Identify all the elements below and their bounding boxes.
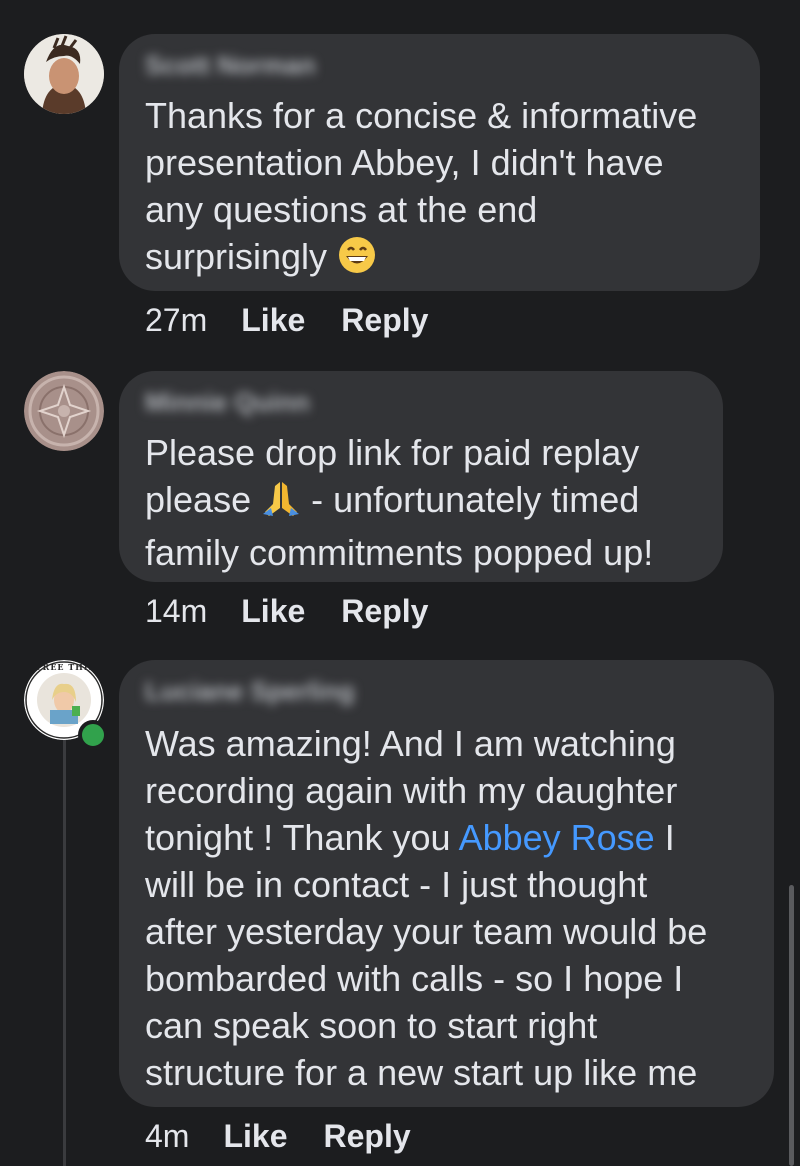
author-name[interactable]: Minnie Quinn — [145, 387, 310, 418]
reply-button[interactable]: Reply — [341, 593, 428, 630]
avatar[interactable] — [24, 34, 104, 114]
like-button[interactable]: Like — [223, 1118, 287, 1155]
comment-actions: 14m Like Reply — [145, 593, 464, 630]
like-button[interactable]: Like — [241, 302, 305, 339]
comment-actions: 4m Like Reply — [145, 1118, 447, 1155]
comment-bubble: Scott Norman Thanks for a concise & info… — [119, 34, 760, 291]
comment-timestamp: 14m — [145, 593, 208, 629]
avatar-ring-text: FREE THINKER — [36, 662, 104, 672]
grinning-face-icon — [337, 235, 377, 286]
comment-bubble: Minnie Quinn Please drop link for paid r… — [119, 371, 723, 582]
comment-text: Please drop link for paid replay please … — [145, 432, 654, 573]
comment-actions: 27m Like Reply — [145, 302, 464, 339]
online-status-indicator — [78, 720, 108, 750]
avatar[interactable] — [24, 371, 104, 451]
scrollbar[interactable] — [789, 885, 794, 1166]
mention-link[interactable]: Abbey Rose — [459, 817, 655, 858]
comments-thread: Scott Norman Thanks for a concise & info… — [0, 0, 800, 1166]
comment-bubble: Luciane Sperling Was amazing! And I am w… — [119, 660, 774, 1107]
author-name[interactable]: Scott Norman — [145, 50, 315, 81]
reply-button[interactable]: Reply — [323, 1118, 410, 1155]
reply-thread-line — [63, 738, 66, 1166]
folded-hands-icon — [261, 478, 301, 529]
like-button[interactable]: Like — [241, 593, 305, 630]
author-name[interactable]: Luciane Sperling — [145, 676, 355, 707]
comment-text: Was amazing! And I am watching recording… — [145, 723, 708, 1093]
reply-button[interactable]: Reply — [341, 302, 428, 339]
comment-timestamp: 27m — [145, 302, 208, 338]
comment-text: Thanks for a concise & informative prese… — [145, 92, 697, 286]
comment-timestamp: 4m — [145, 1118, 190, 1154]
